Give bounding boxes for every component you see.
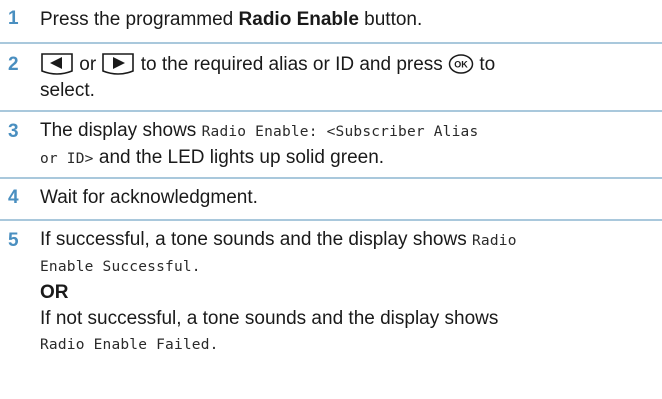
display-message: Radio bbox=[471, 233, 517, 249]
or-text: or bbox=[79, 54, 97, 75]
right-arrow-key-icon bbox=[101, 51, 135, 75]
display-message-failed: Radio Enable Failed. bbox=[40, 337, 219, 353]
step-1: 1 Press the programmed Radio Enable butt… bbox=[0, 0, 662, 44]
step-text-post: and the LED lights up solid green. bbox=[93, 147, 385, 168]
step-text-pre: Press the programmed bbox=[40, 9, 239, 30]
step-text: The display shows Radio Enable: <Subscri… bbox=[40, 118, 658, 172]
display-message-cont: or ID> bbox=[40, 151, 94, 167]
step-text-mid: to the required alias or ID and press bbox=[140, 54, 443, 75]
step-text: Wait for acknowledgment. bbox=[40, 187, 258, 208]
step-3: 3 The display shows Radio Enable: <Subsc… bbox=[0, 112, 662, 179]
left-arrow-key-icon bbox=[40, 51, 74, 75]
ok-button-icon: OK bbox=[448, 53, 474, 75]
step-number: 5 bbox=[8, 230, 19, 251]
step-text-line2: select. bbox=[40, 80, 95, 101]
display-message-success: Enable Successful. bbox=[40, 259, 201, 275]
step-5: 5 If successful, a tone sounds and the d… bbox=[0, 221, 662, 391]
step-2: 2 or to the required alias or ID and pre bbox=[0, 44, 662, 112]
step-number: 1 bbox=[8, 8, 19, 29]
or-label: OR bbox=[40, 282, 69, 303]
display-message: Radio Enable: <Subscriber Alias bbox=[201, 124, 479, 140]
step-text-pre: The display shows bbox=[40, 120, 202, 141]
step-number: 4 bbox=[8, 187, 19, 208]
step-text-failure: If not successful, a tone sounds and the… bbox=[40, 308, 499, 329]
step-text: Press the programmed Radio Enable button… bbox=[40, 7, 658, 33]
step-text-post: button. bbox=[358, 9, 423, 30]
step-text-pre: If successful, a tone sounds and the dis… bbox=[40, 229, 472, 250]
procedure-steps: 1 Press the programmed Radio Enable butt… bbox=[0, 0, 662, 391]
step-text-end: to bbox=[479, 54, 496, 75]
step-number: 3 bbox=[8, 121, 19, 142]
step-4: 4 Wait for acknowledgment. bbox=[0, 179, 662, 221]
svg-text:OK: OK bbox=[454, 60, 468, 70]
button-name: Radio Enable bbox=[238, 9, 359, 30]
step-text: If successful, a tone sounds and the dis… bbox=[40, 227, 658, 358]
step-text: or to the required alias or ID and press… bbox=[40, 51, 658, 104]
step-number: 2 bbox=[8, 54, 19, 75]
